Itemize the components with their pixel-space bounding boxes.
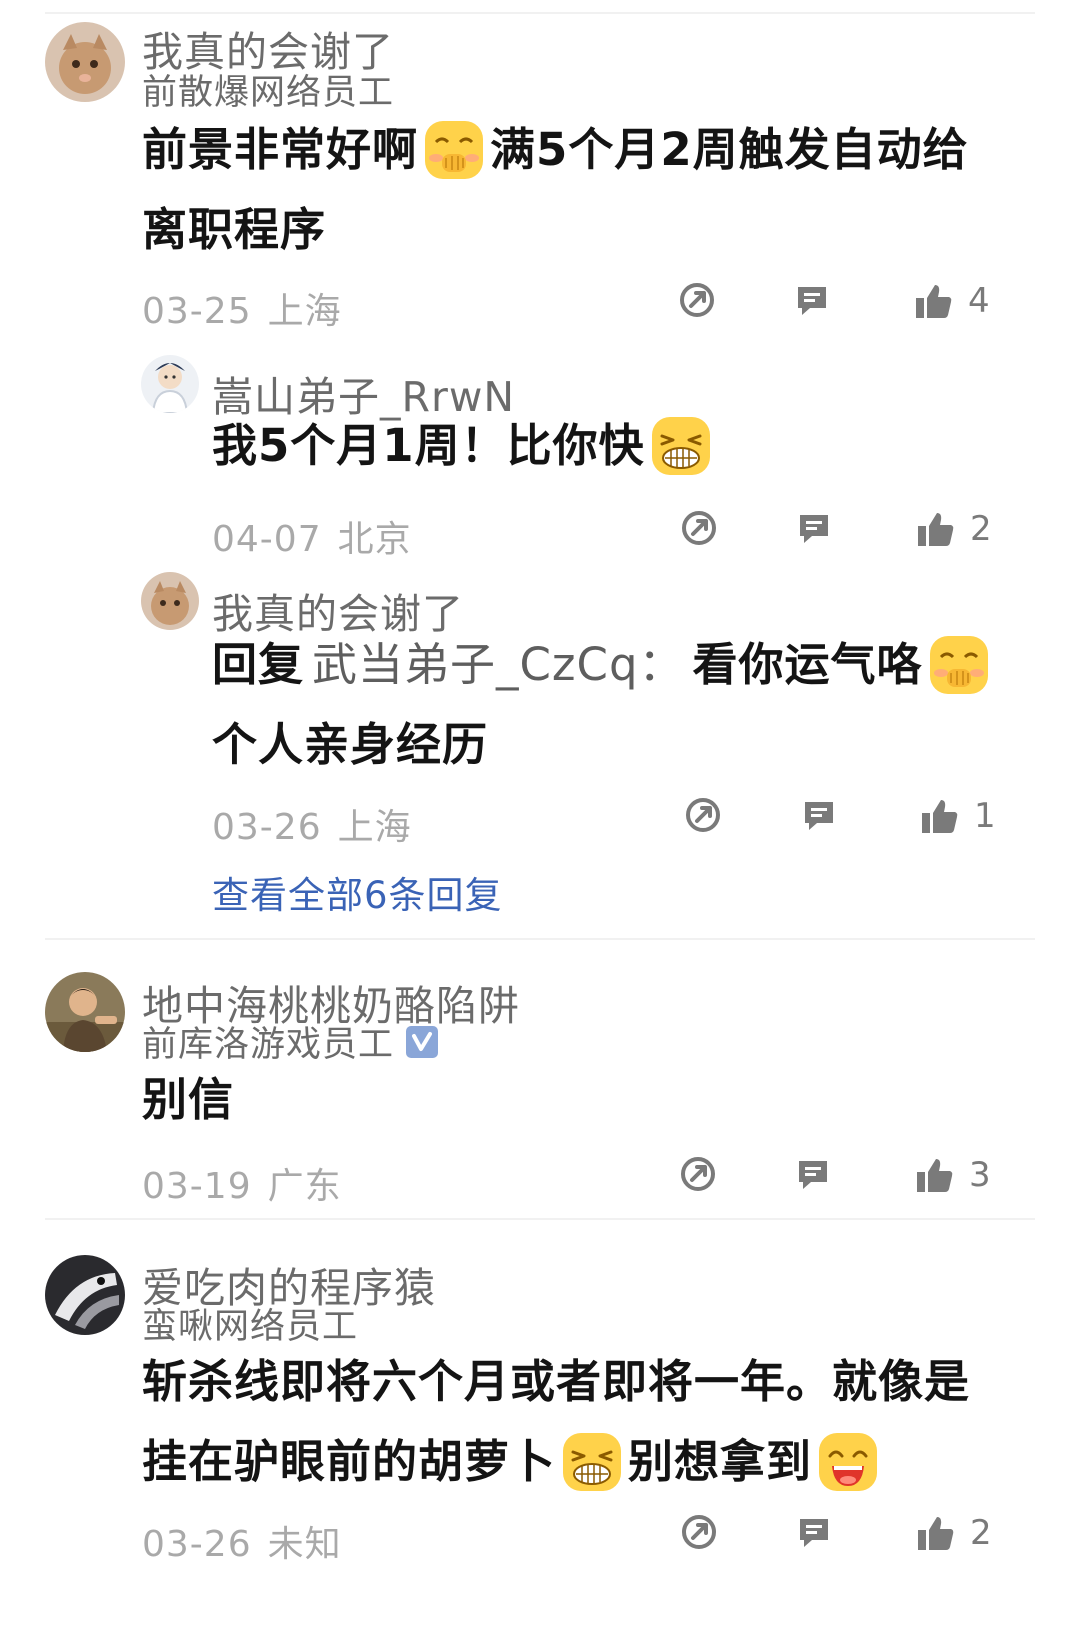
- like-button[interactable]: 3: [915, 1155, 991, 1195]
- comment-text-part: 我5个月1周！比你快: [212, 419, 645, 472]
- share-icon: [682, 1515, 716, 1549]
- view-all-replies-link[interactable]: 查看全部6条回复: [212, 865, 503, 919]
- comment-meta: 03-26 未知: [142, 1515, 342, 1567]
- thumbs-up-icon: [922, 800, 958, 833]
- reply-button[interactable]: [800, 796, 838, 834]
- reply-button[interactable]: [793, 281, 831, 319]
- comment-meta: 03-26 上海: [212, 798, 412, 850]
- comment-text-part: 别信: [142, 1073, 235, 1126]
- avatar[interactable]: [141, 572, 199, 630]
- covering-mouth-laugh-emoji: [927, 633, 991, 697]
- reply-button[interactable]: [794, 1155, 832, 1193]
- comment-date: 03-19: [142, 1166, 252, 1207]
- comment-bubble-icon: [800, 1519, 828, 1547]
- comment-divider: [45, 938, 1035, 940]
- share-icon: [680, 283, 714, 317]
- comment-text: 前景非常好啊 满5个月2周触发自动给 离职程序: [142, 110, 969, 270]
- like-count: 3: [969, 1155, 991, 1195]
- thumbs-up-icon: [918, 513, 954, 546]
- share-button[interactable]: [679, 1155, 717, 1193]
- comment-date: 03-26: [142, 1524, 252, 1565]
- share-button[interactable]: [678, 281, 716, 319]
- comment-meta: 03-25 上海: [142, 282, 342, 334]
- laughing-open-mouth-emoji: [816, 1430, 880, 1494]
- share-icon: [682, 511, 716, 545]
- avatar[interactable]: [45, 972, 125, 1052]
- mention-link[interactable]: 武当弟子_CzCq：: [312, 625, 685, 705]
- share-button[interactable]: [680, 1513, 718, 1551]
- like-count: 2: [970, 509, 992, 549]
- comment-date: 03-26: [212, 807, 322, 848]
- thumbs-up-icon: [916, 285, 952, 318]
- comment-text: 别信: [142, 1060, 234, 1140]
- comment-divider: [45, 1218, 1035, 1220]
- comment-meta: 04-07 北京: [212, 510, 412, 562]
- grin-emoji: [560, 1430, 624, 1494]
- comment-location: 上海: [337, 807, 412, 848]
- comment-text-part: 别想拿到: [628, 1435, 813, 1488]
- avatar[interactable]: [141, 355, 199, 413]
- comment-text: 回复 武当弟子_CzCq： 看你运气咯 个人亲身经历: [212, 625, 995, 785]
- like-button[interactable]: 4: [914, 281, 990, 321]
- comment-meta: 03-19 广东: [142, 1157, 342, 1209]
- comment-text: 我5个月1周！比你快: [212, 406, 717, 486]
- share-button[interactable]: [680, 509, 718, 547]
- comment-date: 04-07: [212, 519, 322, 560]
- comment-bubble-icon: [800, 515, 828, 543]
- avatar[interactable]: [45, 1255, 125, 1335]
- share-button[interactable]: [684, 796, 722, 834]
- comment-location: 未知: [267, 1524, 342, 1565]
- comment-location: 北京: [337, 519, 412, 560]
- like-count: 4: [968, 281, 990, 321]
- reply-button[interactable]: [795, 1513, 833, 1551]
- share-icon: [686, 798, 720, 832]
- like-button[interactable]: 1: [920, 796, 996, 836]
- comment-bubble-icon: [805, 802, 833, 830]
- comment-location: 广东: [267, 1166, 342, 1207]
- thumbs-up-icon: [917, 1159, 953, 1192]
- like-button[interactable]: 2: [916, 1513, 992, 1553]
- reply-button[interactable]: [795, 509, 833, 547]
- comment-bubble-icon: [798, 287, 826, 315]
- covering-mouth-laugh-emoji: [422, 118, 486, 182]
- comment-text-part: 前景非常好啊: [142, 123, 419, 176]
- top-divider: [45, 12, 1035, 14]
- comment-text-part: 斩杀线即将六个月或者即将一年。就像是: [142, 1355, 971, 1408]
- comment-text-part: 离职程序: [142, 203, 327, 256]
- comment-text-part: 看你运气咯: [692, 638, 923, 691]
- like-count: 1: [974, 796, 996, 836]
- comment-text: 斩杀线即将六个月或者即将一年。就像是 挂在驴眼前的胡萝卜 别想拿到: [142, 1342, 970, 1502]
- share-icon: [681, 1157, 715, 1191]
- like-count: 2: [970, 1513, 992, 1553]
- comment-text-part: 满5个月2周触发自动给: [490, 123, 969, 176]
- user-title-text: 前散爆网络员工: [142, 73, 395, 113]
- grin-emoji: [649, 414, 713, 478]
- comment-bubble-icon: [799, 1161, 827, 1189]
- user-title: 前散爆网络员工: [142, 64, 394, 115]
- thumbs-up-icon: [918, 1517, 954, 1550]
- comment-location: 上海: [267, 291, 342, 332]
- comment-text-part: 个人亲身经历: [212, 718, 489, 771]
- avatar[interactable]: [45, 22, 125, 102]
- comment-text-part: 挂在驴眼前的胡萝卜: [142, 1435, 557, 1488]
- comment-date: 03-25: [142, 291, 252, 332]
- verified-badge-icon: [406, 1025, 439, 1058]
- like-button[interactable]: 2: [916, 509, 992, 549]
- reply-label: 回复: [212, 638, 305, 691]
